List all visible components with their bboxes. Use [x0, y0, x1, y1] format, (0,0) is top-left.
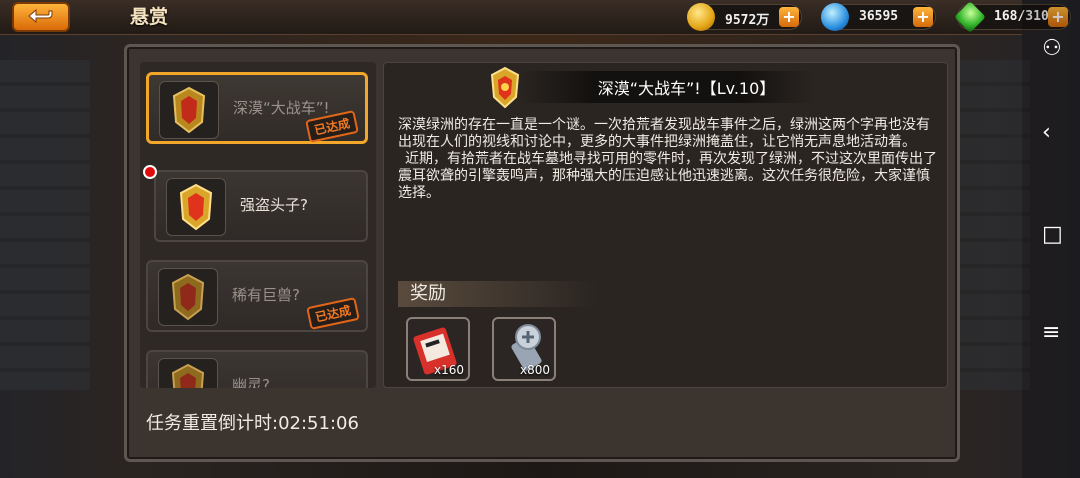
- gold-coin-icon: [687, 3, 715, 31]
- add-gem-button[interactable]: +: [913, 7, 933, 27]
- mission-detail: 深漠“大战车”!【Lv.10】 深漠绿洲的存在一直是一个谜。一次拾荒者发现战车事…: [383, 62, 948, 388]
- mission-title-text: 深漠“大战车”!【Lv.10】: [517, 71, 816, 103]
- reward-item[interactable]: x160: [406, 317, 470, 381]
- system-nav-bar: ⚇ ‹ □ ≡: [1022, 0, 1080, 478]
- mission-description: 深漠绿洲的存在一直是一个谜。一次拾荒者发现战车事件之后，绿洲这两个字再也没有出现…: [398, 117, 938, 202]
- green-energy-icon: [954, 1, 986, 33]
- reward-item[interactable]: x800: [492, 317, 556, 381]
- page-title: 悬赏: [130, 6, 169, 28]
- mission-card[interactable]: 稀有巨兽? 已达成: [146, 260, 368, 332]
- description-paragraph-1: 深漠绿洲的存在一直是一个谜。一次拾荒者发现战车事件之后，绿洲这两个字再也没有出现…: [398, 117, 930, 150]
- mission-title: 深漠“大战车”!【Lv.10】: [384, 71, 949, 103]
- menu-nav-icon[interactable]: ≡: [1042, 322, 1060, 344]
- accessibility-icon[interactable]: ⚇: [1042, 38, 1062, 60]
- medal-icon: [158, 358, 218, 388]
- top-bar: 悬赏 9572万 + 36595 + 168/310 +: [0, 0, 1071, 35]
- completed-stamp: 已达成: [306, 297, 360, 330]
- mission-card[interactable]: 强盗头子?: [154, 170, 368, 242]
- medal-icon: [158, 268, 218, 326]
- add-gold-button[interactable]: +: [779, 7, 799, 27]
- back-button[interactable]: [12, 2, 70, 32]
- mission-list[interactable]: 深漠“大战车”! 已达成 强盗头子? 稀有巨兽? 已达成 幽灵?: [140, 62, 376, 388]
- home-nav-icon[interactable]: □: [1042, 224, 1063, 246]
- gold-counter: 9572万 +: [687, 3, 802, 31]
- reward-count: x160: [433, 363, 464, 377]
- reset-countdown: 任务重置倒计时:02:51:06: [146, 409, 359, 435]
- back-arrow-icon: [28, 8, 53, 24]
- new-mission-badge: [143, 165, 157, 179]
- gem-value: 36595: [859, 9, 899, 24]
- back-nav-icon[interactable]: ‹: [1042, 122, 1051, 144]
- mission-card[interactable]: 深漠“大战车”! 已达成: [146, 72, 368, 144]
- rewards-heading: 奖励: [398, 281, 598, 307]
- description-paragraph-2: 近期，有拾荒者在战车墓地寻找可用的零件时，再次发现了绿洲，不过这次里面传出了震耳…: [398, 151, 937, 201]
- medal-icon: [166, 178, 226, 236]
- right-door-decoration: [960, 60, 1030, 390]
- mission-label: 稀有巨兽?: [232, 286, 300, 304]
- countdown-label: 任务重置倒计时:: [146, 413, 279, 434]
- medal-icon: [159, 81, 219, 139]
- blue-gem-icon: [821, 3, 849, 31]
- gold-value: 9572万: [725, 13, 770, 28]
- gem-counter: 36595 +: [821, 3, 936, 31]
- mission-label: 强盗头子?: [240, 196, 308, 214]
- reward-count: x800: [519, 363, 550, 377]
- countdown-value: 02:51:06: [278, 413, 359, 434]
- mission-card[interactable]: 幽灵?: [146, 350, 368, 388]
- left-door-decoration: [0, 60, 90, 390]
- mission-label: 幽灵?: [232, 376, 270, 388]
- mission-label: 深漠“大战车”!: [233, 99, 330, 117]
